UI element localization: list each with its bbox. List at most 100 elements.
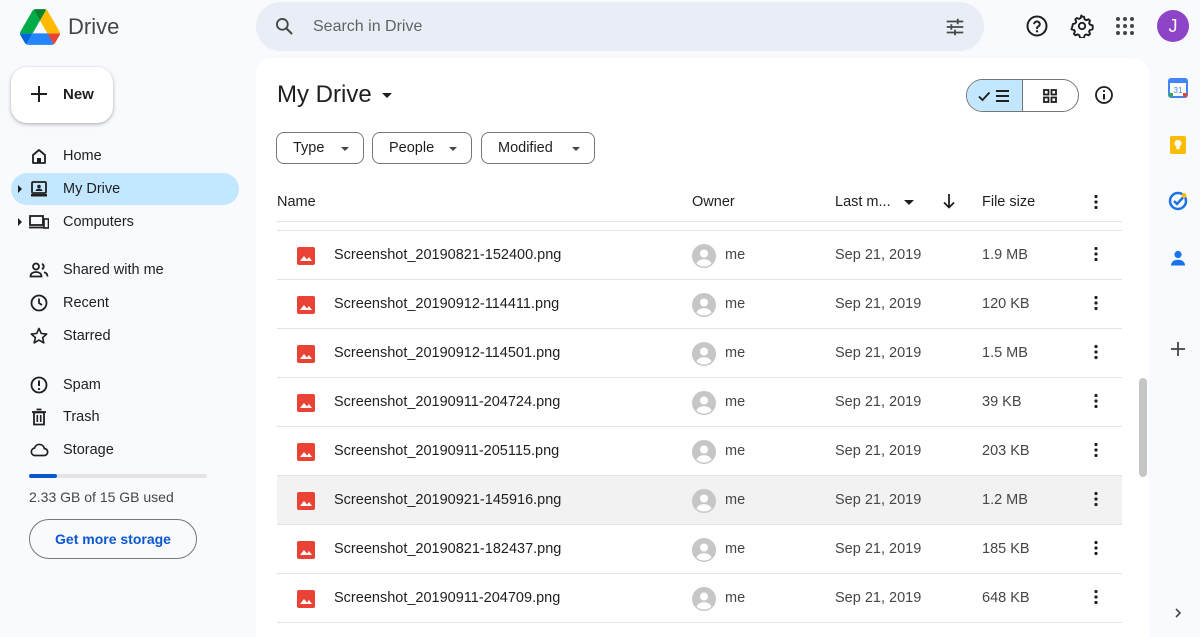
- filter-people[interactable]: People: [372, 132, 472, 164]
- column-header-file-size: File size: [982, 194, 1036, 210]
- file-name: Screenshot_20190911-204709.png: [334, 590, 561, 606]
- apps-grid-icon[interactable]: [1109, 10, 1141, 42]
- expand-caret-icon[interactable]: [18, 218, 22, 226]
- table-row[interactable]: Screenshot_20190921-145916.png me Sep 21, …: [277, 476, 1122, 525]
- spam-icon: [29, 375, 49, 395]
- more-vertical-icon[interactable]: [1086, 538, 1106, 562]
- cloud-icon: [29, 440, 49, 460]
- file-size: 203 KB: [982, 443, 1030, 459]
- sidebar-item-label: Trash: [63, 409, 100, 425]
- sidebar-item-label: My Drive: [63, 181, 121, 197]
- add-app-plus-icon[interactable]: [1166, 337, 1190, 361]
- search-bar[interactable]: [256, 2, 984, 51]
- page-title-text: My Drive: [277, 81, 372, 108]
- file-size: 120 KB: [982, 296, 1030, 312]
- sidebar-item-starred[interactable]: Starred: [11, 320, 239, 352]
- filter-type[interactable]: Type: [276, 132, 364, 164]
- sidebar-item-shared-with-me[interactable]: Shared with me: [11, 254, 239, 286]
- sidebar-item-recent[interactable]: Recent: [11, 287, 239, 319]
- table-row[interactable]: Screenshot_20190911-204709.png me Sep 21, …: [277, 574, 1122, 623]
- search-icon[interactable]: [274, 16, 294, 41]
- grid-view-button[interactable]: [1023, 80, 1079, 111]
- help-icon[interactable]: [1021, 10, 1053, 42]
- sidebar-item-label: Recent: [63, 295, 109, 311]
- chevron-down-icon[interactable]: [904, 200, 914, 205]
- table-row[interactable]: Screenshot_20190821-152400.png me Sep 21, …: [277, 231, 1122, 280]
- more-vertical-icon[interactable]: [1086, 293, 1106, 317]
- table-row[interactable]: Screenshot_20190911-205115.png me Sep 21, …: [277, 427, 1122, 476]
- svg-text:31: 31: [1174, 86, 1183, 95]
- expand-caret-icon[interactable]: [18, 185, 22, 193]
- account-avatar[interactable]: J: [1157, 10, 1189, 42]
- filter-modified[interactable]: Modified: [481, 132, 595, 164]
- file-size: 1.9 MB: [982, 247, 1028, 263]
- sidebar-item-spam[interactable]: Spam: [11, 369, 239, 401]
- file-name: Screenshot_20190821-182437.png: [334, 541, 562, 557]
- view-toggle: [966, 79, 1079, 112]
- column-header-name[interactable]: Name: [277, 194, 316, 210]
- table-row[interactable]: Screenshot_20190912-114411.png me Sep 21, …: [277, 280, 1122, 329]
- list-view-button[interactable]: [967, 80, 1023, 111]
- sidebar-item-storage[interactable]: Storage: [11, 434, 239, 466]
- expand-panel-chevron-icon[interactable]: [1166, 601, 1190, 625]
- drive-logo[interactable]: Drive: [20, 8, 119, 46]
- table-row[interactable]: Screenshot_20190911-204724.png me Sep 21, …: [277, 378, 1122, 427]
- drive-logo-icon: [20, 9, 60, 45]
- owner-name: me: [725, 247, 746, 263]
- owner-name: me: [725, 541, 746, 557]
- column-header-last-modified[interactable]: Last m...: [835, 194, 891, 210]
- more-vertical-icon[interactable]: [1086, 489, 1106, 513]
- clock-icon: [29, 293, 49, 313]
- owner-avatar-icon: [692, 587, 716, 611]
- more-vertical-icon[interactable]: [1086, 440, 1106, 464]
- storage-meter-fill: [29, 474, 57, 478]
- owner-avatar-icon: [692, 293, 716, 317]
- search-input[interactable]: [313, 14, 913, 40]
- sidebar-item-label: Storage: [63, 442, 114, 458]
- page-title[interactable]: My Drive: [277, 81, 392, 109]
- get-more-storage-button[interactable]: Get more storage: [29, 519, 197, 559]
- table-row[interactable]: Screenshot_20190821-182437.png me Sep 21, …: [277, 525, 1122, 574]
- file-size: 1.2 MB: [982, 492, 1028, 508]
- owner-name: me: [725, 296, 746, 312]
- file-name: Screenshot_20190912-114501.png: [334, 345, 561, 361]
- image-file-icon: [297, 590, 315, 612]
- filter-label: Type: [293, 140, 325, 156]
- sidebar-item-my-drive[interactable]: My Drive: [11, 173, 239, 205]
- file-size: 185 KB: [982, 541, 1030, 557]
- tasks-icon[interactable]: [1166, 189, 1190, 213]
- grid-icon: [1043, 88, 1058, 103]
- more-vertical-icon[interactable]: [1086, 244, 1106, 268]
- more-vertical-icon[interactable]: [1086, 391, 1106, 415]
- owner-name: me: [725, 443, 746, 459]
- contacts-icon[interactable]: [1166, 246, 1190, 270]
- owner-name: me: [725, 345, 746, 361]
- last-modified-date: Sep 21, 2019: [835, 345, 922, 361]
- scrollbar-thumb[interactable]: [1139, 378, 1147, 477]
- sidebar-item-home[interactable]: Home: [11, 140, 239, 172]
- image-file-icon: [297, 296, 315, 318]
- sort-direction-arrow-icon[interactable]: [941, 192, 957, 214]
- more-vertical-icon[interactable]: [1086, 192, 1106, 216]
- last-modified-date: Sep 21, 2019: [835, 541, 922, 557]
- file-name: Screenshot_20190911-204724.png: [334, 394, 561, 410]
- gear-icon[interactable]: [1066, 10, 1098, 42]
- new-button[interactable]: New: [11, 67, 113, 123]
- image-file-icon: [297, 247, 315, 269]
- sidebar-item-trash[interactable]: Trash: [11, 401, 239, 433]
- owner-name: me: [725, 394, 746, 410]
- chevron-down-icon: [572, 147, 580, 151]
- keep-icon[interactable]: [1166, 133, 1190, 157]
- table-row[interactable]: Screenshot_20190912-114501.png me Sep 21, …: [277, 329, 1122, 378]
- filter-label: People: [389, 140, 435, 156]
- info-icon[interactable]: [1089, 80, 1119, 110]
- search-options-icon[interactable]: [944, 16, 966, 43]
- sidebar-item-computers[interactable]: Computers: [11, 206, 239, 238]
- my-drive-icon: [29, 179, 49, 199]
- more-vertical-icon[interactable]: [1086, 342, 1106, 366]
- calendar-icon[interactable]: 31: [1166, 76, 1190, 100]
- more-vertical-icon[interactable]: [1086, 587, 1106, 611]
- image-file-icon: [297, 541, 315, 563]
- main-panel: My Drive Type People Modified Name Owner…: [256, 58, 1149, 637]
- sidebar-item-label: Computers: [63, 214, 134, 230]
